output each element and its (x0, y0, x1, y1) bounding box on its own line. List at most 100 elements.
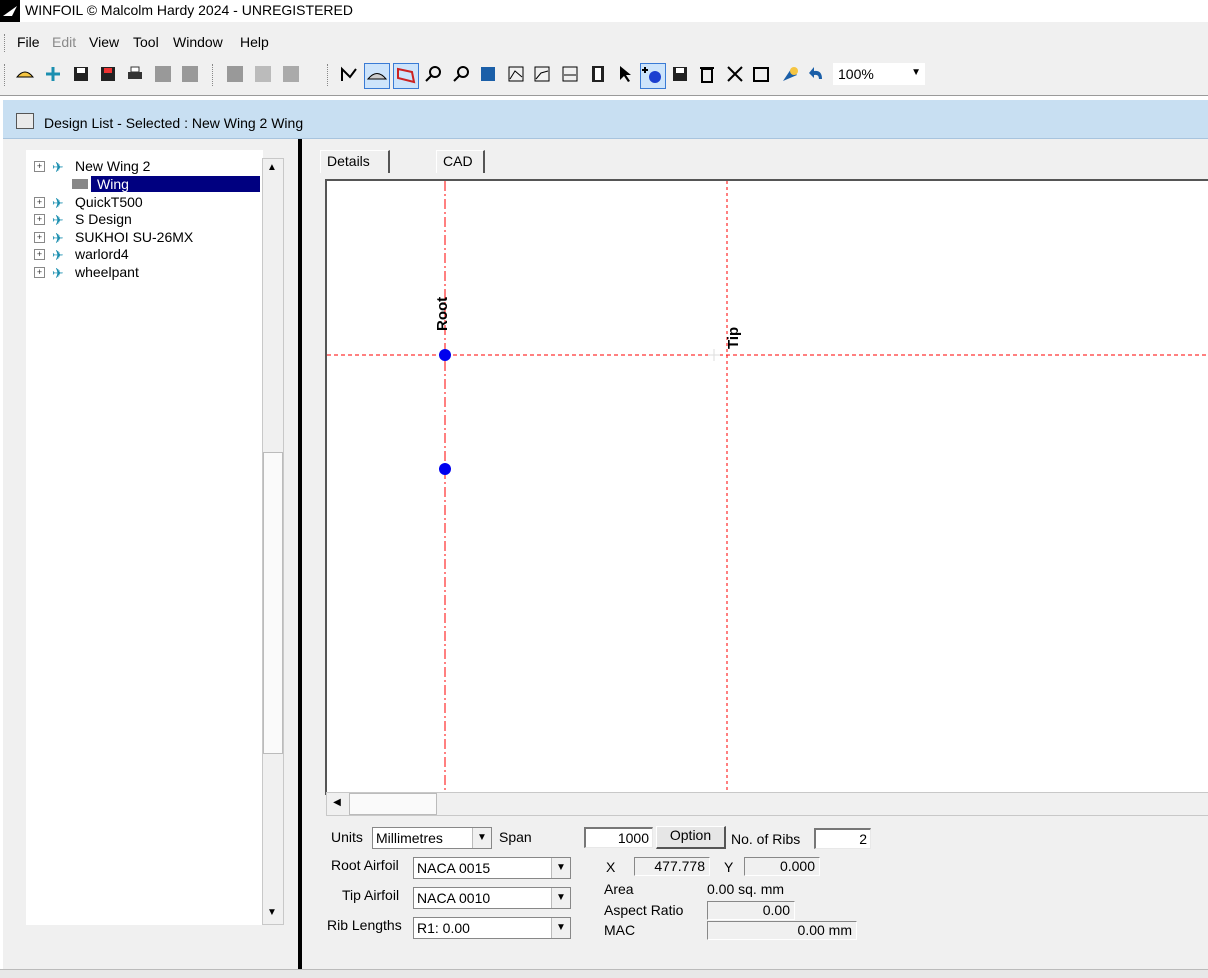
menu-help[interactable]: Help (240, 34, 269, 50)
y-readout: 0.000 (744, 857, 820, 876)
grid-icon[interactable] (479, 65, 497, 83)
plane-icon: ✈ (52, 159, 64, 175)
tools-icon[interactable] (726, 65, 744, 83)
copy-icon[interactable] (254, 65, 272, 83)
menu-grip (4, 34, 8, 52)
crosshair-icon (708, 349, 720, 361)
cad-drawing (327, 181, 1208, 795)
plane-icon: ✈ (52, 247, 64, 263)
expand-icon[interactable]: + (34, 161, 45, 172)
chart-icon[interactable] (561, 65, 579, 83)
tree-item[interactable]: + ✈ QuickT500 (26, 194, 263, 211)
color-icon[interactable] (781, 65, 799, 83)
child-window-title: Design List - Selected : New Wing 2 Wing (44, 115, 304, 131)
chevron-down-icon[interactable]: ▼ (551, 918, 570, 938)
x-label: X (606, 859, 616, 875)
film-icon[interactable] (589, 65, 607, 83)
units-label: Units (331, 829, 363, 845)
expand-icon[interactable]: + (34, 249, 45, 260)
chart-icon[interactable] (507, 65, 525, 83)
zoom-out-icon[interactable] (452, 65, 470, 83)
tip-label: Tip (725, 326, 742, 349)
save-as-icon[interactable] (99, 65, 117, 83)
chevron-down-icon[interactable]: ▼ (472, 828, 491, 848)
scroll-up-icon[interactable]: ▲ (263, 159, 281, 177)
draw-tool-icon[interactable] (340, 65, 358, 83)
toolbar-grip (4, 64, 8, 86)
mac-label: MAC (604, 922, 636, 938)
tip-airfoil-select[interactable]: NACA 0010 ▼ (413, 887, 571, 909)
scroll-left-icon[interactable]: ◀ (327, 793, 347, 813)
pointer-icon[interactable] (616, 65, 634, 83)
new-plane-icon[interactable] (44, 65, 62, 83)
airfoil-view-icon[interactable] (364, 63, 390, 89)
zoom-value: 100% (838, 66, 874, 82)
area-label: Area (604, 881, 634, 897)
ribs-field[interactable]: 2 (814, 828, 871, 849)
chart-icon[interactable] (533, 65, 551, 83)
design-list-icon (16, 113, 34, 129)
undo-icon[interactable] (808, 65, 826, 83)
expand-icon[interactable]: + (34, 214, 45, 225)
canvas-hscrollbar[interactable]: ◀ (326, 792, 1208, 816)
tree-scrollbar[interactable]: ▲ ▼ (262, 158, 284, 925)
menu-edit[interactable]: Edit (52, 34, 76, 50)
cad-canvas[interactable]: Root Tip (325, 179, 1208, 795)
tree-item[interactable]: + ✈ SUKHOI SU-26MX (26, 229, 263, 246)
menu-view[interactable]: View (89, 34, 119, 50)
ribs-label: No. of Ribs (731, 831, 801, 847)
add-point-icon[interactable] (640, 63, 666, 89)
point-marker (439, 463, 451, 475)
root-label: Root (434, 296, 451, 331)
tree-item[interactable]: + ✈ warlord4 (26, 246, 263, 263)
menu-window[interactable]: Window (173, 34, 223, 50)
save-icon[interactable] (72, 65, 90, 83)
root-airfoil-select[interactable]: NACA 0015 ▼ (413, 857, 571, 879)
menu-tool[interactable]: Tool (133, 34, 159, 50)
area-value: 0.00 sq. mm (707, 881, 785, 897)
option-button[interactable]: Option (656, 826, 726, 849)
tree-item[interactable]: + ✈ S Design (26, 211, 263, 228)
zoom-in-icon[interactable] (424, 65, 442, 83)
disabled-tool-icon[interactable] (181, 65, 199, 83)
zoom-select[interactable]: 100% ▼ (833, 63, 925, 85)
scroll-down-icon[interactable]: ▼ (263, 904, 281, 922)
scroll-thumb[interactable] (263, 452, 283, 754)
tree-item[interactable]: + ✈ wheelpant (26, 264, 263, 281)
tree-item[interactable]: + ✈ New Wing 2 (26, 158, 263, 175)
design-tree: + ✈ New Wing 2 Wing + ✈ QuickT500 + ✈ S … (26, 150, 263, 925)
scroll-thumb[interactable] (349, 793, 437, 815)
tree-item-selected[interactable]: Wing (26, 176, 263, 193)
cut-icon[interactable] (226, 65, 244, 83)
expand-icon[interactable]: + (34, 267, 45, 278)
child-title-bar: Design List - Selected : New Wing 2 Wing (3, 100, 1208, 139)
expand-icon[interactable]: + (34, 232, 45, 243)
save-icon[interactable] (671, 65, 689, 83)
plane-icon: ✈ (52, 230, 64, 246)
chevron-down-icon[interactable]: ▼ (911, 67, 921, 78)
wing-view-icon[interactable] (393, 63, 419, 89)
rib-lengths-label: Rib Lengths (327, 917, 402, 933)
delete-icon[interactable] (698, 65, 716, 83)
units-select[interactable]: Millimetres ▼ (372, 827, 492, 849)
plane-icon: ✈ (52, 212, 64, 228)
expand-icon[interactable]: + (34, 197, 45, 208)
menu-file[interactable]: File (17, 34, 40, 50)
y-label: Y (724, 859, 734, 875)
tab-cad[interactable]: CAD (436, 150, 485, 173)
print-icon[interactable] (126, 65, 144, 83)
chevron-down-icon[interactable]: ▼ (551, 858, 570, 878)
disabled-tool-icon[interactable] (154, 65, 172, 83)
root-airfoil-label: Root Airfoil (331, 857, 399, 873)
tab-details[interactable]: Details (320, 150, 390, 173)
new-airfoil-icon[interactable] (16, 65, 34, 83)
menu-bar: File Edit View Tool Window Help (0, 28, 1208, 56)
properties-icon[interactable] (753, 65, 771, 83)
paste-icon[interactable] (282, 65, 300, 83)
span-field[interactable]: 1000 (584, 827, 653, 848)
app-logo-icon (0, 0, 20, 22)
plane-icon: ✈ (52, 265, 64, 281)
rib-lengths-select[interactable]: R1: 0.00 ▼ (413, 917, 571, 939)
chevron-down-icon[interactable]: ▼ (551, 888, 570, 908)
toolbar-grip (327, 64, 331, 86)
